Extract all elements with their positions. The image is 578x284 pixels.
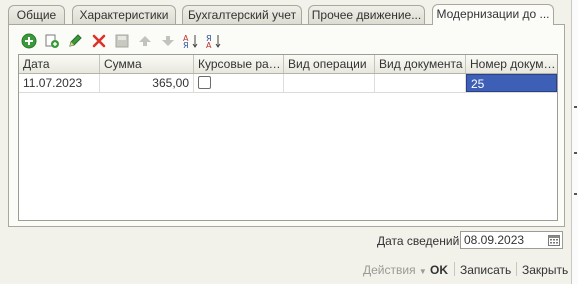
tab-accounting[interactable]: Бухгалтерский учет [182, 5, 302, 24]
edge-mark [574, 152, 577, 154]
svg-text:A: A [206, 41, 212, 49]
fx-diff-checkbox[interactable] [198, 76, 211, 89]
cell-operation-type[interactable] [284, 74, 375, 92]
column-header-fx-diff[interactable]: Курсовые разн... [194, 55, 284, 73]
sort-asc-icon[interactable]: AЯ [183, 33, 199, 50]
edge-mark [574, 106, 577, 108]
info-date-field[interactable]: 08.09.2023 [460, 231, 563, 249]
calendar-icon[interactable] [548, 234, 560, 249]
column-header-operation-type[interactable]: Вид операции [284, 55, 375, 73]
column-header-date[interactable]: Дата [19, 55, 100, 73]
tab-other-movement[interactable]: Прочее движение... [308, 5, 425, 24]
window-right-edge [571, 0, 578, 284]
cell-document-number[interactable]: 25 [466, 74, 557, 92]
move-down-icon[interactable] [160, 33, 176, 49]
save-icon[interactable] [114, 33, 130, 49]
close-button[interactable]: Закрыть [522, 263, 568, 277]
delete-icon[interactable] [91, 33, 107, 49]
edit-icon[interactable] [67, 33, 83, 49]
cell-date[interactable]: 11.07.2023 [19, 74, 100, 92]
footer-divider [516, 262, 517, 276]
modernizations-table[interactable]: Дата Сумма Курсовые разн... Вид операции… [18, 54, 558, 221]
move-up-icon[interactable] [137, 33, 153, 49]
cell-amount[interactable]: 365,00 [100, 74, 194, 92]
footer-divider [454, 262, 455, 276]
tab-panel: AЯ ЯA Дата Сумма Курсовые разн... Вид оп… [8, 24, 565, 227]
tab-characteristics[interactable]: Характеристики [72, 5, 176, 24]
tab-modernizations[interactable]: Модернизации до ... [432, 4, 554, 25]
column-header-document-number[interactable]: Номер докуме... [466, 55, 557, 73]
chevron-down-icon: ▼ [418, 267, 427, 276]
table-row[interactable]: 11.07.2023 365,00 25 [19, 74, 557, 93]
sort-desc-icon[interactable]: ЯA [206, 33, 222, 50]
add-icon[interactable] [21, 33, 37, 49]
actions-menu-button[interactable]: Действия ▼ [363, 263, 427, 277]
ok-button[interactable]: OK [430, 263, 448, 277]
cell-fx-diff[interactable] [194, 74, 284, 92]
info-date-label: Дата сведений: [377, 234, 463, 248]
actions-label: Действия [363, 263, 416, 277]
column-header-amount[interactable]: Сумма [100, 55, 194, 73]
edge-mark [574, 193, 577, 195]
table-header: Дата Сумма Курсовые разн... Вид операции… [19, 55, 557, 74]
copy-icon[interactable] [44, 33, 60, 49]
save-button[interactable]: Записать [460, 263, 511, 277]
svg-text:Я: Я [183, 41, 189, 49]
column-header-document-type[interactable]: Вид документа [375, 55, 466, 73]
cell-document-type[interactable] [375, 74, 466, 92]
info-date-value[interactable]: 08.09.2023 [464, 232, 524, 248]
tab-general[interactable]: Общие [8, 5, 65, 24]
